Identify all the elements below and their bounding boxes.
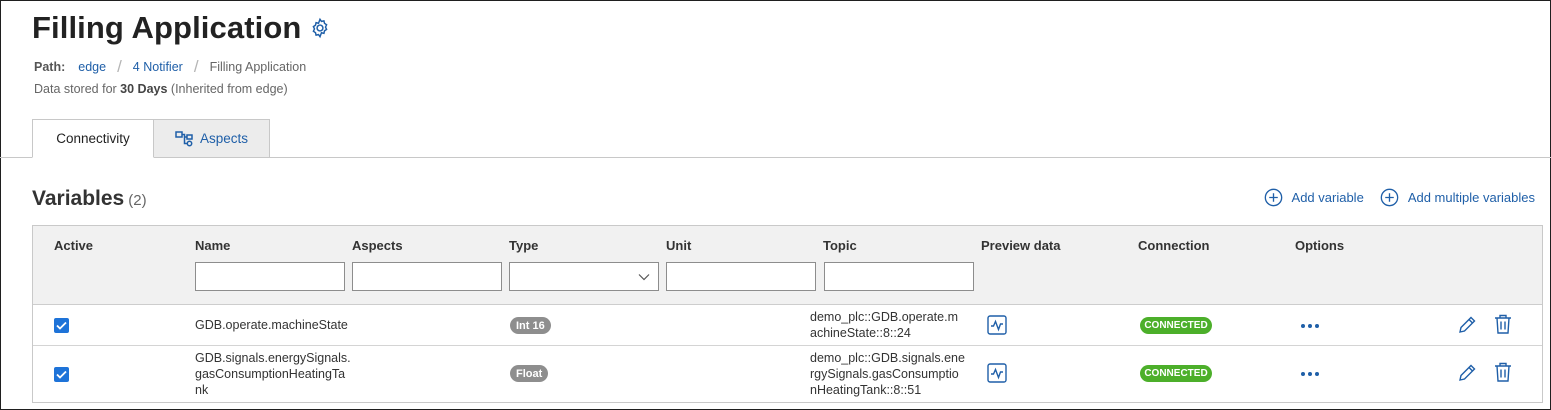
retention-prefix: Data stored for: [34, 82, 117, 96]
retention-suffix: (Inherited from edge): [170, 82, 288, 96]
aspects-icon: [175, 130, 194, 147]
name-filter-input[interactable]: [195, 262, 345, 291]
column-header-name[interactable]: Name: [195, 238, 230, 253]
title-row: Filling Application: [32, 10, 331, 46]
variable-name-line: nk: [195, 383, 209, 397]
variable-topic-line: demo_plc::GDB.operate.m: [810, 310, 958, 324]
breadcrumb-item-notifier[interactable]: 4 Notifier: [133, 60, 183, 74]
preview-chart-icon[interactable]: [987, 363, 1007, 383]
column-header-preview-data[interactable]: Preview data: [981, 238, 1061, 253]
column-header-connection[interactable]: Connection: [1138, 238, 1210, 253]
more-options-icon[interactable]: [1300, 323, 1320, 329]
retention-value: 30 Days: [120, 82, 168, 96]
column-header-aspects[interactable]: Aspects: [352, 238, 403, 253]
connection-status-badge: CONNECTED: [1140, 317, 1212, 334]
column-header-options[interactable]: Options: [1295, 238, 1344, 253]
trash-icon[interactable]: [1494, 314, 1512, 334]
tab-aspects[interactable]: Aspects: [154, 119, 270, 158]
page-title: Filling Application: [32, 10, 302, 45]
breadcrumb-separator: /: [193, 57, 199, 76]
unit-filter-input[interactable]: [666, 262, 816, 291]
tab-connectivity-label: Connectivity: [56, 131, 130, 146]
add-circle-icon: [1380, 188, 1399, 207]
variable-name-line: GDB.operate.machineState: [195, 318, 348, 332]
variable-topic-line: achineState::8::24: [810, 326, 911, 340]
breadcrumb-item-edge[interactable]: edge: [78, 60, 106, 74]
column-header-unit[interactable]: Unit: [666, 238, 691, 253]
aspects-filter-input[interactable]: [352, 262, 502, 291]
breadcrumb-separator: /: [117, 57, 122, 76]
variable-actions: Add variable Add multiple variables: [1264, 188, 1535, 207]
variable-name: GDB.signals.energySignals. gasConsumptio…: [195, 350, 351, 398]
column-header-active[interactable]: Active: [54, 238, 93, 253]
table-header: Active Name Aspects Type Unit Topic Prev…: [33, 226, 1542, 305]
tab-aspects-label: Aspects: [199, 131, 249, 146]
path-label: Path:: [34, 60, 66, 74]
tab-bar: Connectivity Aspects: [32, 119, 270, 158]
more-options-icon[interactable]: [1300, 371, 1320, 377]
pencil-icon[interactable]: [1457, 363, 1477, 383]
type-badge: Float: [510, 365, 549, 382]
add-multiple-variables-label: Add multiple variables: [1407, 190, 1535, 205]
variable-topic-line: nHeatingTank::8::51: [810, 383, 922, 397]
breadcrumb-item-current: Filling Application: [209, 60, 307, 74]
table-row: GDB.operate.machineState Int 16 demo_plc…: [33, 305, 1542, 346]
variable-topic: demo_plc::GDB.signals.ene rgySignals.gas…: [810, 350, 965, 398]
chevron-down-icon: [638, 273, 650, 280]
add-variable-label: Add variable: [1291, 190, 1364, 205]
pencil-icon[interactable]: [1457, 315, 1477, 335]
variable-topic-line: rgySignals.gasConsumptio: [810, 367, 959, 381]
data-retention-info: Data stored for 30 Days (Inherited from …: [34, 82, 288, 96]
active-checkbox[interactable]: [54, 367, 69, 382]
variable-name-line: GDB.signals.energySignals.: [195, 351, 351, 365]
add-variable-button[interactable]: Add variable: [1264, 188, 1364, 207]
type-badge: Int 16: [510, 317, 551, 334]
gear-icon[interactable]: [309, 17, 331, 39]
add-circle-icon: [1264, 188, 1282, 207]
variable-name: GDB.operate.machineState: [195, 317, 348, 333]
topic-filter-input[interactable]: [824, 262, 974, 291]
checkmark-icon: [56, 321, 67, 330]
variable-topic: demo_plc::GDB.operate.m achineState::8::…: [810, 309, 958, 341]
active-checkbox[interactable]: [54, 318, 69, 333]
column-header-type[interactable]: Type: [509, 238, 538, 253]
section-title: Variables (2): [32, 187, 147, 211]
variables-title: Variables: [32, 187, 125, 210]
checkmark-icon: [56, 370, 67, 379]
preview-chart-icon[interactable]: [987, 315, 1007, 335]
variable-topic-line: demo_plc::GDB.signals.ene: [810, 351, 965, 365]
column-header-topic[interactable]: Topic: [823, 238, 857, 253]
variables-count: (2): [128, 192, 147, 209]
trash-icon[interactable]: [1494, 362, 1512, 382]
variables-table: Active Name Aspects Type Unit Topic Prev…: [32, 225, 1543, 403]
add-multiple-variables-button[interactable]: Add multiple variables: [1380, 188, 1535, 207]
connection-status-badge: CONNECTED: [1140, 365, 1212, 382]
tab-divider: [0, 157, 1551, 158]
type-filter-select[interactable]: [509, 262, 659, 291]
table-row: GDB.signals.energySignals. gasConsumptio…: [33, 346, 1542, 403]
variable-name-line: gasConsumptionHeatingTa: [195, 367, 346, 381]
breadcrumb: Path: edge / 4 Notifier / Filling Applic…: [34, 57, 307, 76]
tab-connectivity[interactable]: Connectivity: [32, 119, 154, 158]
